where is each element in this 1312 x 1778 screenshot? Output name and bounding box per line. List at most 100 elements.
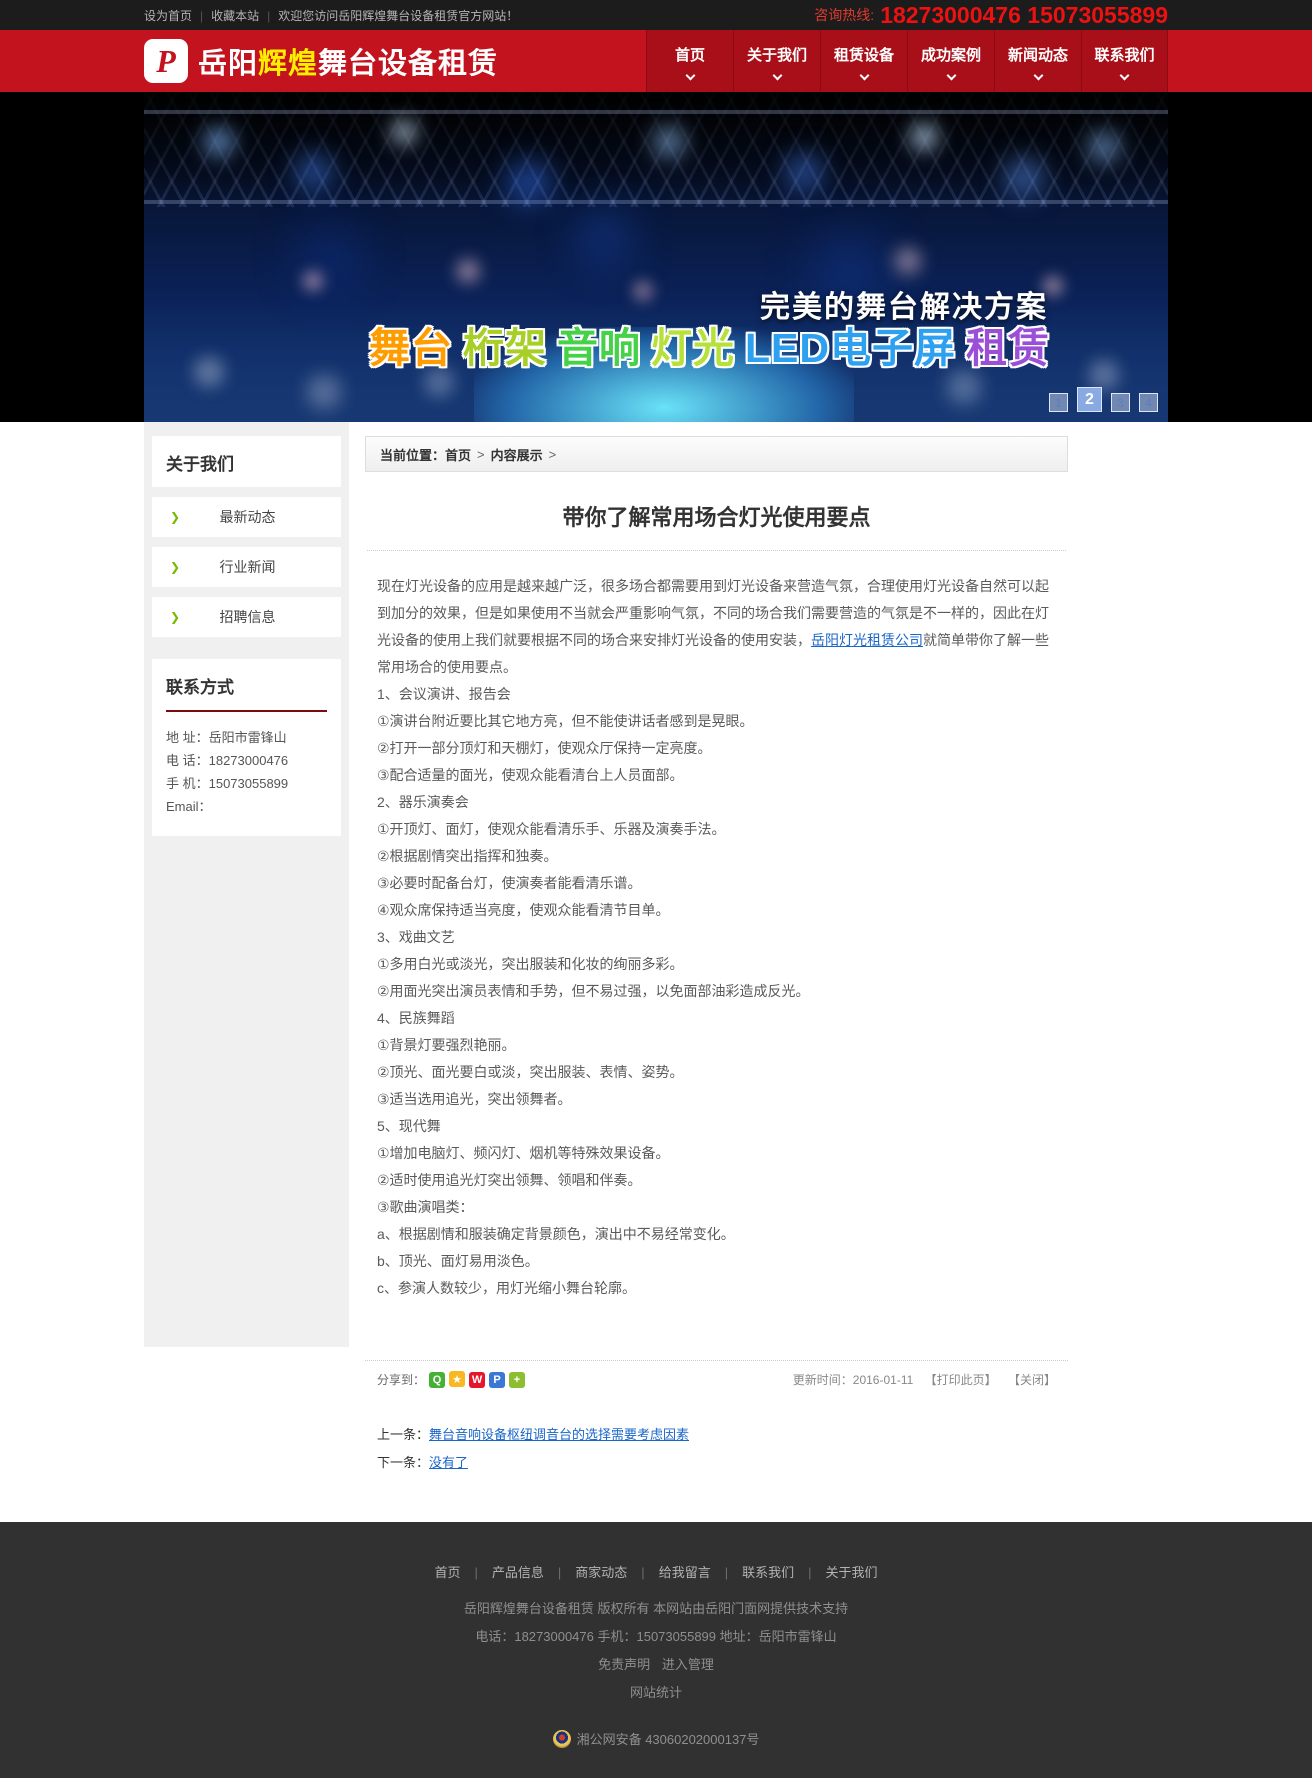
contact-line: 手 机：15073055899 (166, 772, 327, 795)
next-label: 下一条： (377, 1455, 429, 1470)
article-line: ①演讲台附近要比其它地方亮，但不能使讲话者感到是晃眼。 (377, 708, 1056, 735)
share-icons: Q★WP+ (425, 1371, 525, 1388)
chevron-down-icon (859, 70, 869, 80)
inline-company-link[interactable]: 岳阳灯光租赁公司 (811, 632, 923, 648)
article-line: a、根据剧情和服装确定背景颜色，演出中不易经常变化。 (377, 1221, 1056, 1248)
share-label: 分享到： (377, 1371, 425, 1388)
nav-item[interactable]: 成功案例 (907, 30, 994, 92)
article-line: ④观众席保持适当亮度，使观众能看清节目单。 (377, 897, 1056, 924)
top-bar: 设为首页|收藏本站|欢迎您访问岳阳辉煌舞台设备租赁官方网站！ 咨询热线: 182… (0, 0, 1312, 30)
sidebar-menu-item[interactable]: ❯ 最新动态 (152, 497, 341, 537)
footer-contact: 电话：18273000476 手机：15073055899 地址：岳阳市雷锋山 (0, 1627, 1312, 1647)
prev-next-nav: 上一条：舞台音响设备枢纽调音台的选择需要考虑因素 下一条：没有了 (365, 1388, 1068, 1471)
nav-item[interactable]: 关于我们 (733, 30, 820, 92)
arrow-right-icon: ❯ (170, 510, 180, 524)
nav-item[interactable]: 首页 (646, 30, 733, 92)
nav-item[interactable]: 新闻动态 (994, 30, 1081, 92)
sidebar-menu-item[interactable]: ❯ 招聘信息 (152, 597, 341, 637)
share-more-icon[interactable]: + (509, 1372, 525, 1388)
footer-link[interactable]: 联系我们 (711, 1565, 794, 1580)
brand-logo[interactable]: P 岳阳辉煌舞台设备租赁 (144, 39, 498, 83)
chevron-down-icon (685, 70, 695, 80)
article-line: ②用面光突出演员表情和手势，但不易过强，以免面部油彩造成反光。 (377, 978, 1056, 1005)
hotline-label: 咨询热线: (814, 5, 874, 25)
banner-page-dot[interactable]: 2 (1077, 387, 1102, 412)
breadcrumb: 当前位置： 首页 > 内容展示 > (365, 436, 1068, 472)
article-line: ②根据剧情突出指挥和独奏。 (377, 843, 1056, 870)
footer-copyright: 岳阳辉煌舞台设备租赁 版权所有 本网站由岳阳门面网提供技术支持 (0, 1599, 1312, 1619)
main-nav: 首页 关于我们 租赁设备 成功案例 新闻动态 联系我们 (646, 30, 1168, 92)
arrow-right-icon: ❯ (170, 560, 180, 574)
welcome-text: 欢迎您访问岳阳辉煌舞台设备租赁官方网站！ (278, 9, 518, 23)
footer-link[interactable]: 关于我们 (794, 1565, 877, 1580)
article-line: ①开顶灯、面灯，使观众能看清乐手、乐器及演奏手法。 (377, 816, 1056, 843)
breadcrumb-home-link[interactable]: 首页 (445, 445, 471, 464)
article-line: b、顶光、面灯易用淡色。 (377, 1248, 1056, 1275)
article-line: ①多用白光或淡光，突出服装和化妆的绚丽多彩。 (377, 951, 1056, 978)
hotline-numbers: 18273000476 15073055899 (880, 2, 1168, 29)
footer-links: 首页产品信息商家动态给我留言联系我们关于我们 (0, 1562, 1312, 1581)
hotline: 咨询热线: 18273000476 15073055899 (814, 2, 1168, 29)
article-line: ③适当选用追光，突出领舞者。 (377, 1086, 1056, 1113)
sidebar-about-title: 关于我们 (152, 436, 341, 487)
next-article-link[interactable]: 没有了 (429, 1455, 468, 1470)
footer-link[interactable]: 首页 (434, 1565, 460, 1580)
article-meta: 更新时间：2016-01-11 【打印此页】 【关闭】 (785, 1371, 1056, 1388)
article-intro: 现在灯光设备的应用是越来越广泛，很多场合都需要用到灯光设备来营造气氛，合理使用灯… (377, 573, 1056, 681)
police-badge-icon (553, 1730, 571, 1748)
article-line: ②打开一部分顶灯和天棚灯，使观众厅保持一定亮度。 (377, 735, 1056, 762)
nav-item[interactable]: 联系我们 (1081, 30, 1168, 92)
site-stats-link[interactable]: 网站统计 (630, 1685, 682, 1700)
contact-line: 地 址：岳阳市雷锋山 (166, 726, 327, 749)
banner-page-dot[interactable]: 3 (1111, 393, 1130, 412)
print-page-button[interactable]: 【打印此页】 (925, 1373, 997, 1387)
footer-link[interactable]: 商家动态 (544, 1565, 627, 1580)
article-line: ①增加电脑灯、频闪灯、烟机等特殊效果设备。 (377, 1140, 1056, 1167)
update-time: 更新时间：2016-01-11 (793, 1373, 914, 1387)
share-pengyou-icon[interactable]: P (489, 1372, 505, 1388)
contact-title: 联系方式 (166, 673, 327, 712)
article-line: 1、会议演讲、报告会 (377, 681, 1056, 708)
banner-page-dot[interactable]: 1 (1049, 393, 1068, 412)
banner-strip: 完美的舞台解决方案 舞台桁架音响灯光LED电子屏租赁 1234 (0, 92, 1312, 422)
prev-article-link[interactable]: 舞台音响设备枢纽调音台的选择需要考虑因素 (429, 1427, 689, 1442)
breadcrumb-section-link[interactable]: 内容展示 (491, 445, 543, 464)
banner-page-dot[interactable]: 4 (1139, 393, 1158, 412)
article-line: ③配合适量的面光，使观众能看清台上人员面部。 (377, 762, 1056, 789)
banner-pagination: 1234 (1040, 387, 1158, 412)
contact-line: 电 话：18273000476 (166, 749, 327, 772)
contact-box: 联系方式 地 址：岳阳市雷锋山电 话：18273000476手 机：150730… (152, 659, 341, 836)
footer-link[interactable]: 产品信息 (460, 1565, 543, 1580)
chevron-down-icon (1033, 70, 1043, 80)
article-line: ②适时使用追光灯突出领舞、领唱和伴奏。 (377, 1167, 1056, 1194)
topbar-links: 设为首页|收藏本站|欢迎您访问岳阳辉煌舞台设备租赁官方网站！ (144, 7, 518, 24)
article-line: 5、现代舞 (377, 1113, 1056, 1140)
nav-item[interactable]: 租赁设备 (820, 30, 907, 92)
sidebar: 关于我们 ❯ 最新动态 ❯ 行业新闻 ❯ 招聘信息 联系方式 地 址：岳阳市雷锋… (144, 422, 349, 1347)
share-qq-icon[interactable]: Q (429, 1372, 445, 1388)
close-page-button[interactable]: 【关闭】 (1008, 1373, 1056, 1387)
article-line: ①背景灯要强烈艳丽。 (377, 1032, 1056, 1059)
banner-keywords: 舞台桁架音响灯光LED电子屏租赁 (359, 314, 1050, 374)
share-weibo-icon[interactable]: W (469, 1372, 485, 1388)
beian-record[interactable]: 湘公网安备 43060202000137号 (0, 1729, 1312, 1748)
disclaimer-link[interactable]: 免责声明 (598, 1657, 650, 1672)
admin-link[interactable]: 进入管理 (662, 1657, 714, 1672)
set-home-link[interactable]: 设为首页 (144, 9, 192, 23)
article-line: 2、器乐演奏会 (377, 789, 1056, 816)
article-line: ③必要时配备台灯，使演奏者能看清乐谱。 (377, 870, 1056, 897)
favorite-link[interactable]: 收藏本站 (211, 9, 259, 23)
article-line: c、参演人数较少，用灯光缩小舞台轮廓。 (377, 1275, 1056, 1302)
hero-banner: 完美的舞台解决方案 舞台桁架音响灯光LED电子屏租赁 1234 (144, 92, 1168, 422)
breadcrumb-label: 当前位置： (380, 445, 445, 464)
chevron-down-icon (772, 70, 782, 80)
share-qzone-icon[interactable]: ★ (449, 1371, 465, 1387)
content-area: 关于我们 ❯ 最新动态 ❯ 行业新闻 ❯ 招聘信息 联系方式 地 址：岳阳市雷锋… (0, 422, 1312, 1480)
sidebar-menu-item[interactable]: ❯ 行业新闻 (152, 547, 341, 587)
site-footer: 首页产品信息商家动态给我留言联系我们关于我们 岳阳辉煌舞台设备租赁 版权所有 本… (0, 1522, 1312, 1778)
sidebar-menu: ❯ 最新动态 ❯ 行业新闻 ❯ 招聘信息 (152, 497, 341, 637)
footer-link[interactable]: 给我留言 (627, 1565, 710, 1580)
contact-line: Email： (166, 795, 327, 818)
chevron-down-icon (946, 70, 956, 80)
article-line: ②顶光、面光要白或淡，突出服装、表情、姿势。 (377, 1059, 1056, 1086)
